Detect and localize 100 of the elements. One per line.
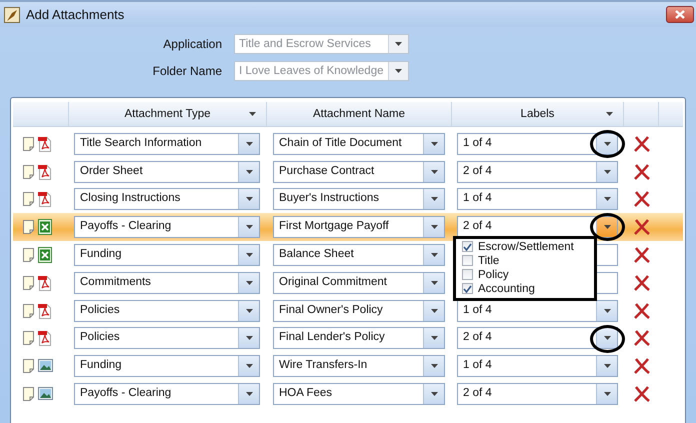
dropdown-field[interactable]: Balance Sheet: [273, 244, 445, 266]
note-icon: [23, 387, 34, 402]
dropdown-field[interactable]: 2 of 4: [457, 216, 618, 238]
delete-button[interactable]: [632, 356, 652, 376]
caret-icon: [604, 392, 610, 396]
selected-row[interactable]: Payoffs - Clearing First Mortgage Payoff 2 of 4: [13, 213, 683, 242]
dropdown-field[interactable]: Payoffs - Clearing: [74, 383, 260, 406]
option-label[interactable]: Policy: [478, 268, 509, 281]
caret-icon: [246, 336, 252, 340]
dropdown-field[interactable]: Policies: [74, 327, 260, 350]
delete-icon: [634, 219, 650, 236]
pdf-file-icon: [38, 136, 53, 152]
option-label[interactable]: Title: [478, 254, 500, 267]
caret-icon: [430, 197, 438, 202]
caret-icon: [246, 170, 252, 174]
dropdown-field[interactable]: Title Search Information: [74, 132, 260, 155]
delete-icon: [634, 302, 650, 319]
dropdown-field[interactable]: Purchase Contract: [273, 160, 445, 183]
delete-button[interactable]: [632, 189, 652, 210]
caret-icon: [246, 225, 252, 230]
delete-button[interactable]: [632, 328, 652, 348]
option-label[interactable]: Accounting: [478, 282, 535, 295]
note-icon: [23, 359, 34, 374]
dropdown-field[interactable]: HOA Fees: [273, 383, 445, 406]
field-label: Application: [162, 37, 223, 51]
note-icon: [23, 331, 34, 346]
caret-icon: [246, 197, 252, 202]
caret-icon: [395, 42, 402, 46]
menu-caret-icon[interactable]: [249, 112, 256, 116]
check-icon: [463, 284, 472, 293]
dropdown-field[interactable]: Order Sheet: [74, 160, 260, 183]
delete-icon: [634, 274, 650, 291]
column-header[interactable]: Attachment Type: [124, 108, 211, 120]
image-file-icon: [38, 358, 53, 374]
caret-icon: [246, 392, 252, 396]
excel-file-icon: [38, 247, 53, 264]
dropdown-field[interactable]: Closing Instructions: [74, 188, 260, 210]
dropdown-field[interactable]: Original Commitment: [273, 272, 445, 294]
note-icon: [23, 192, 34, 206]
checkbox[interactable]: [462, 269, 473, 280]
delete-button[interactable]: [632, 384, 652, 404]
caret-icon: [604, 142, 610, 146]
delete-button[interactable]: [632, 217, 652, 238]
delete-button[interactable]: [632, 162, 652, 182]
note-icon: [23, 276, 34, 290]
column-header[interactable]: Labels: [520, 108, 554, 120]
dropdown-field[interactable]: 2 of 4: [457, 160, 618, 183]
dropdown-field[interactable]: 1 of 4: [457, 188, 618, 210]
delete-icon: [634, 164, 650, 180]
window-title: Add Attachments: [26, 7, 126, 22]
caret-icon: [604, 336, 610, 340]
delete-icon: [634, 386, 650, 402]
delete-button[interactable]: [632, 134, 652, 154]
menu-caret-icon[interactable]: [606, 112, 613, 116]
dropdown-field[interactable]: 1 of 4: [457, 355, 618, 378]
caret-icon: [604, 170, 610, 174]
dropdown-field[interactable]: 1 of 4: [457, 132, 618, 155]
caret-icon: [604, 225, 610, 230]
delete-button[interactable]: [632, 245, 652, 266]
caret-icon: [395, 69, 402, 73]
caret-icon: [246, 308, 252, 313]
caret-icon: [430, 170, 438, 174]
dropdown-field[interactable]: Funding: [74, 244, 260, 266]
dropdown-field[interactable]: Chain of Title Document: [273, 132, 445, 155]
pdf-file-icon: [38, 191, 53, 208]
caret-icon: [246, 364, 252, 368]
dropdown-field[interactable]: 1 of 4: [457, 300, 618, 322]
dropdown-field[interactable]: Wire Transfers-In: [273, 355, 445, 378]
checkbox[interactable]: [462, 283, 473, 294]
dropdown-field[interactable]: First Mortgage Payoff: [273, 216, 445, 238]
caret-icon: [246, 253, 252, 258]
excel-file-icon: [38, 219, 53, 236]
dropdown-field[interactable]: Buyer's Instructions: [273, 188, 445, 210]
dropdown-field[interactable]: Commitments: [74, 272, 260, 294]
caret-icon: [430, 308, 438, 313]
dropdown-field[interactable]: Policies: [74, 300, 260, 322]
dropdown-field[interactable]: Final Lender's Policy: [273, 327, 445, 350]
pdf-file-icon: [38, 274, 53, 291]
caret-icon: [604, 364, 610, 368]
option-label[interactable]: Escrow/Settlement: [478, 240, 574, 253]
note-icon: [23, 248, 34, 262]
pdf-file-icon: [38, 164, 53, 180]
dropdown-field[interactable]: 2 of 4: [457, 327, 618, 350]
checkbox[interactable]: [462, 241, 473, 252]
dropdown-field[interactable]: 2 of 4: [457, 383, 618, 406]
delete-button[interactable]: [632, 272, 652, 293]
delete-icon: [634, 358, 650, 374]
image-file-icon: [38, 386, 53, 402]
delete-icon: [634, 136, 650, 152]
dropdown-field[interactable]: Funding: [74, 355, 260, 378]
note-icon: [23, 164, 34, 179]
dropdown-field[interactable]: Payoffs - Clearing: [74, 216, 260, 238]
caret-icon: [430, 280, 438, 285]
close-icon: [675, 10, 685, 19]
dropdown-field[interactable]: Final Owner's Policy: [273, 300, 445, 322]
column-header[interactable]: Attachment Name: [312, 108, 406, 120]
delete-button[interactable]: [632, 300, 652, 321]
checkbox[interactable]: [462, 255, 473, 266]
close-button[interactable]: [666, 6, 694, 23]
caret-icon: [430, 364, 438, 368]
